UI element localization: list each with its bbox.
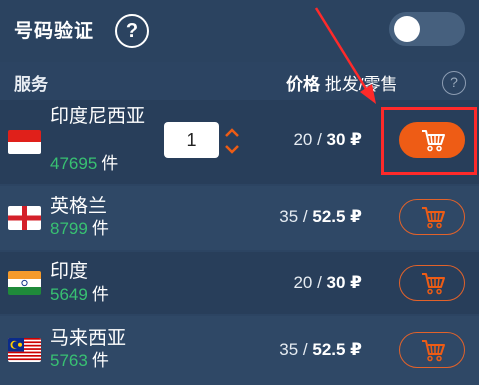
cart-icon — [422, 273, 445, 295]
price-value: 35 / 52.5 ₽ — [202, 340, 362, 360]
annotation-arrow — [314, 7, 376, 104]
price-help-icon[interactable]: ? — [442, 71, 466, 95]
count-unit: 件 — [91, 351, 109, 370]
quantity-stepper[interactable] — [224, 126, 240, 156]
retail-price: 30 ₽ — [326, 273, 362, 292]
count-unit: 件 — [91, 219, 109, 238]
header-bar: 号码验证 ? — [0, 0, 479, 62]
column-header: 服务 价格 批发/零售 — [0, 62, 479, 98]
wholesale-price: 35 / — [279, 207, 313, 226]
chevron-down-icon — [225, 145, 239, 154]
chevron-up-icon — [225, 128, 239, 137]
malaysia-flag — [8, 338, 41, 362]
service-row-malaysia[interactable]: 马来西亚 5763 件 35 / 52.5 ₽ — [0, 316, 479, 385]
toggle-knob — [394, 16, 420, 42]
england-flag — [8, 206, 41, 230]
buy-button[interactable] — [399, 265, 465, 301]
verification-toggle[interactable] — [389, 12, 465, 46]
service-row-england[interactable]: 英格兰 8799 件 35 / 52.5 ₽ — [0, 186, 479, 250]
price-value: 35 / 52.5 ₽ — [202, 207, 362, 227]
help-icon[interactable]: ? — [115, 14, 149, 48]
retail-price: 52.5 ₽ — [312, 340, 362, 359]
stock-count: 47695 件 — [50, 154, 118, 174]
count-number: 47695 — [50, 154, 98, 173]
count-number: 5763 — [50, 351, 88, 370]
india-flag — [8, 271, 41, 295]
service-row-india[interactable]: 印度 5649 件 20 / 30 ₽ — [0, 252, 479, 314]
buy-button[interactable] — [399, 332, 465, 368]
count-number: 8799 — [50, 219, 88, 238]
retail-price: 52.5 ₽ — [312, 207, 362, 226]
country-name: 英格兰 — [50, 196, 108, 217]
wholesale-price: 20 / — [293, 273, 327, 292]
service-column-label: 服务 — [14, 75, 48, 94]
highlight-box — [381, 107, 477, 175]
count-unit: 件 — [91, 285, 109, 304]
stock-count: 8799 件 — [50, 219, 109, 239]
price-value: 20 / 30 ₽ — [202, 273, 362, 293]
country-name: 印度尼西亚 — [50, 106, 146, 127]
wholesale-price: 20 / — [293, 130, 327, 149]
cart-icon — [422, 207, 445, 229]
country-name: 印度 — [50, 261, 89, 282]
retail-price: 30 ₽ — [326, 130, 362, 149]
wholesale-price: 35 / — [279, 340, 313, 359]
count-number: 5649 — [50, 285, 88, 304]
quantity-input[interactable]: 1 — [164, 122, 219, 158]
number-verification-title: 号码验证 — [14, 21, 95, 42]
indonesia-flag — [8, 130, 41, 154]
country-name: 马来西亚 — [50, 328, 127, 349]
buy-button[interactable] — [399, 199, 465, 235]
cart-icon — [422, 340, 445, 362]
stock-count: 5649 件 — [50, 285, 109, 305]
stock-count: 5763 件 — [50, 351, 109, 371]
count-unit: 件 — [101, 154, 119, 173]
